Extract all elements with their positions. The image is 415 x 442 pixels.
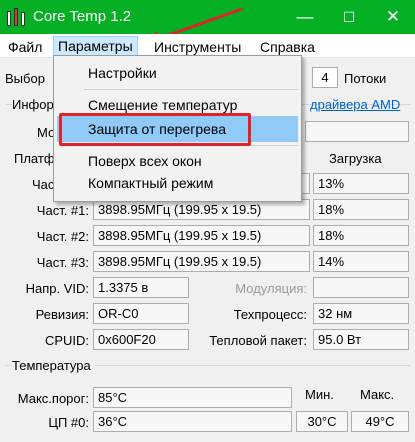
vid-value: 1.3375 в	[93, 277, 189, 298]
process-label: Техпроцесс:	[233, 307, 307, 322]
menu-file[interactable]: Файл	[4, 37, 46, 57]
load-value-0: 13%	[313, 173, 409, 194]
cpu0-temp-max: 49°C	[351, 411, 409, 432]
close-button[interactable]: ✕	[371, 0, 415, 34]
menu-item-compact-mode[interactable]: Компактный режим	[88, 171, 298, 195]
maximize-button[interactable]: ☐	[327, 0, 371, 34]
max-header: Макс.	[360, 387, 395, 402]
window-title: Core Temp 1.2	[33, 8, 132, 25]
freq-label-2: Част. #2:	[36, 229, 89, 244]
amd-driver-link[interactable]: драйвера AMD	[310, 97, 400, 112]
max-threshold-value: 85°C	[93, 387, 292, 408]
cpu0-temp-value: 36°C	[93, 411, 292, 432]
menu-item-always-on-top[interactable]: Поверх всех окон	[88, 149, 298, 173]
threads-value: 4	[312, 67, 338, 88]
max-threshold-label: Макс.порог:	[17, 391, 89, 406]
freq-value-1: 3898.95МГц (199.95 x 19.5)	[93, 199, 310, 220]
model-value-box	[305, 121, 409, 142]
load-value-1: 18%	[313, 199, 409, 220]
tdp-value: 95.0 Вт	[313, 329, 409, 350]
cpu0-temp-min: 30°C	[296, 411, 348, 432]
processor-select-label: Выбор	[5, 71, 45, 86]
temperature-group-label: Температура	[12, 358, 95, 373]
modulation-value	[313, 277, 409, 298]
dropdown-separator-1	[84, 89, 298, 90]
minimize-button[interactable]: —	[283, 0, 327, 34]
menu-help[interactable]: Справка	[256, 37, 319, 57]
cpuid-label: CPUID:	[44, 333, 89, 348]
menu-item-settings[interactable]: Настройки	[88, 61, 298, 85]
revision-label: Ревизия:	[35, 307, 89, 322]
core-temp-app-icon	[6, 7, 26, 27]
threads-label: Потоки	[344, 71, 387, 86]
min-header: Мин.	[305, 387, 334, 402]
tdp-label: Тепловой пакет:	[209, 333, 307, 348]
revision-value: OR-C0	[93, 303, 189, 324]
load-header: Загрузка	[329, 151, 382, 166]
menu-tools[interactable]: Инструменты	[150, 37, 245, 57]
vid-label: Напр. VID:	[25, 281, 89, 296]
load-value-2: 18%	[313, 225, 409, 246]
menu-parameters[interactable]: Параметры	[53, 36, 138, 56]
cpu0-temp-label: ЦП #0:	[48, 415, 89, 430]
cpuid-value: 0x600F20	[93, 329, 189, 350]
freq-label-1: Част. #1:	[36, 203, 89, 218]
freq-label-3: Част. #3:	[36, 255, 89, 270]
freq-value-2: 3898.95МГц (199.95 x 19.5)	[93, 225, 310, 246]
modulation-label: Модуляция:	[235, 281, 307, 296]
freq-value-3: 3898.95МГц (199.95 x 19.5)	[93, 251, 310, 272]
red-highlight-annotation	[59, 113, 251, 146]
process-value: 32 нм	[313, 303, 409, 324]
platform-label: Платф	[14, 151, 55, 166]
info-group-label: Инфор	[12, 97, 56, 112]
load-value-3: 14%	[313, 251, 409, 272]
